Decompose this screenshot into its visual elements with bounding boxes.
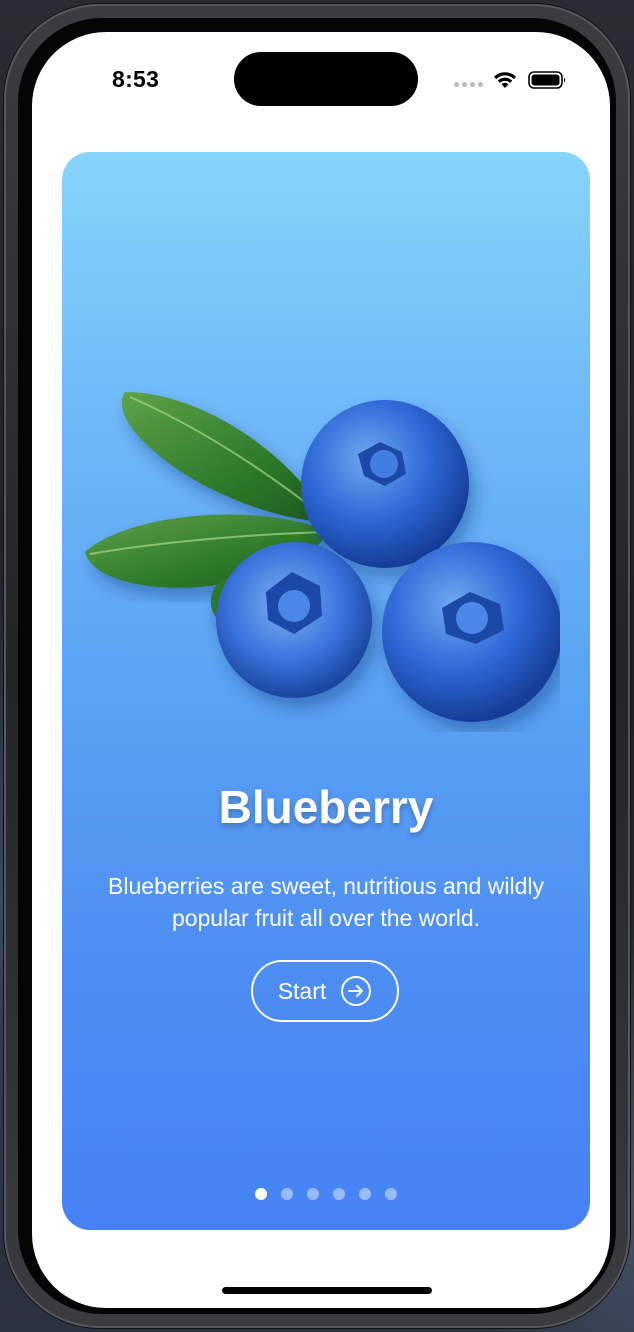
- page-indicator[interactable]: [62, 1188, 590, 1200]
- wifi-icon: [494, 72, 516, 88]
- berry-left: [216, 542, 372, 698]
- status-time: 8:53: [112, 66, 160, 92]
- page-description: Blueberries are sweet, nutritious and wi…: [108, 873, 544, 931]
- home-indicator[interactable]: [222, 1287, 432, 1294]
- phone-screen: 8:53 Blueberry Blueberries are sweet, nu…: [32, 32, 610, 1308]
- battery-icon: [528, 71, 566, 89]
- page-dot[interactable]: [333, 1188, 345, 1200]
- page-title: Blueberry: [218, 781, 434, 833]
- page-dot[interactable]: [307, 1188, 319, 1200]
- leaf-top: [121, 392, 330, 522]
- blueberry-illustration: [85, 392, 560, 722]
- berry-top: [301, 400, 469, 568]
- page-dot[interactable]: [359, 1188, 371, 1200]
- page-dot[interactable]: [385, 1188, 397, 1200]
- start-button[interactable]: Start: [251, 960, 399, 1022]
- cellular-signal-icon: [454, 82, 483, 87]
- dynamic-island: [234, 52, 418, 106]
- page-dot[interactable]: [255, 1188, 267, 1200]
- onboarding-card: Blueberry Blueberries are sweet, nutriti…: [62, 152, 590, 1230]
- page-dot[interactable]: [281, 1188, 293, 1200]
- start-button-label: Start: [277, 977, 327, 1004]
- arrow-right-circle-icon: [341, 976, 372, 1006]
- berry-right: [382, 542, 560, 722]
